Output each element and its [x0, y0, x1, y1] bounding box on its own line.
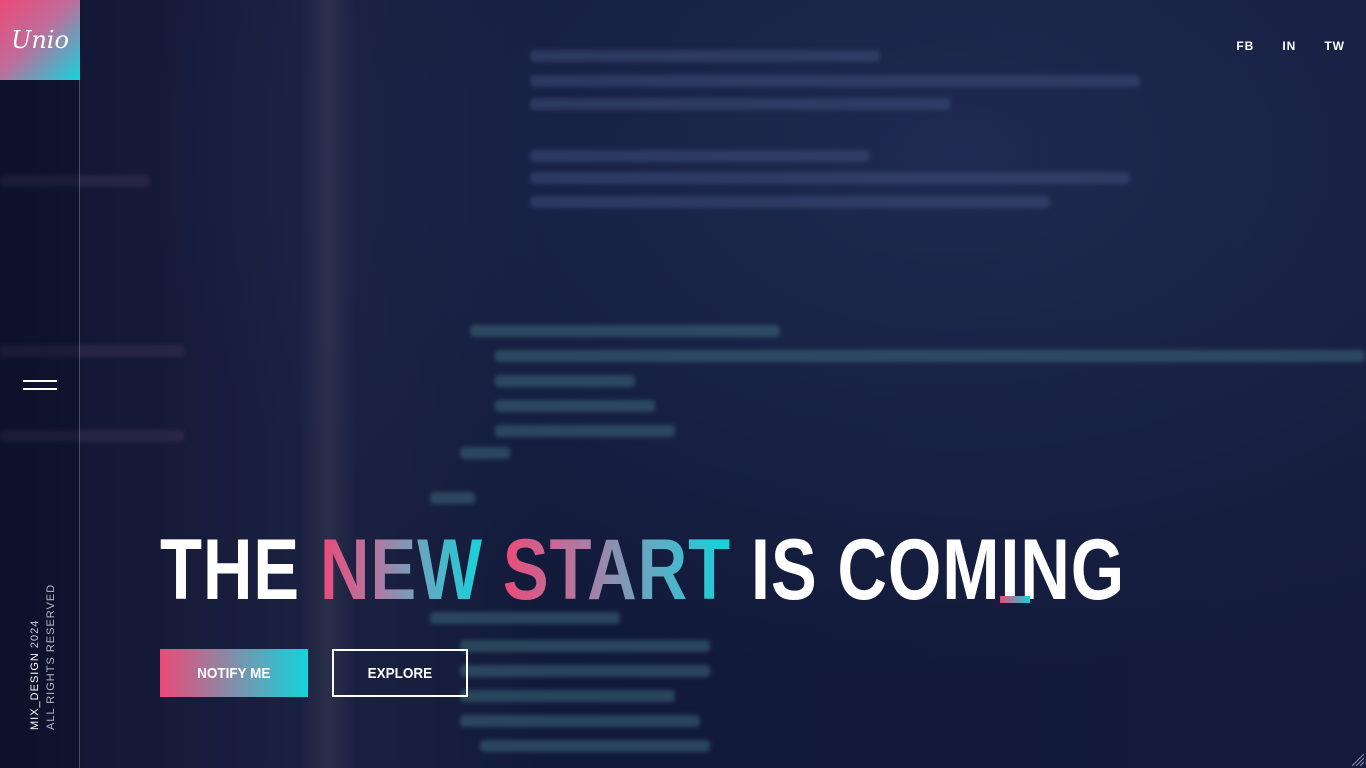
- copyright-year: 2024: [29, 619, 41, 649]
- headline-word-start: START: [502, 522, 731, 618]
- sidebar: Unio MIX_DESIGN 2024 ALL RIGHTS RESERVED: [0, 0, 80, 768]
- notify-me-button[interactable]: NOTIFY ME: [160, 649, 308, 697]
- headline-word-new: NEW: [319, 522, 483, 618]
- hamburger-icon: [23, 380, 57, 382]
- copyright: MIX_DESIGN 2024 ALL RIGHTS RESERVED: [27, 584, 59, 730]
- logo[interactable]: Unio: [0, 0, 80, 80]
- resize-grip-icon[interactable]: [1352, 754, 1364, 766]
- menu-toggle-button[interactable]: [23, 378, 57, 392]
- social-links: FB IN TW: [1236, 39, 1345, 53]
- social-link-in[interactable]: IN: [1282, 39, 1296, 53]
- copyright-brand: MIX_DESIGN: [29, 652, 41, 730]
- explore-label: EXPLORE: [367, 664, 433, 682]
- headline-word-is-coming: IS COMING: [750, 522, 1126, 618]
- typing-cursor: [1000, 596, 1030, 603]
- social-link-tw[interactable]: TW: [1324, 39, 1345, 53]
- explore-button[interactable]: EXPLORE: [332, 649, 468, 697]
- logo-text: Unio: [11, 26, 69, 54]
- notify-me-label: NOTIFY ME: [197, 664, 271, 682]
- hero-headline: THE NEW START IS COMING: [160, 520, 1125, 620]
- copyright-rights: ALL RIGHTS RESERVED: [45, 583, 57, 730]
- social-link-fb[interactable]: FB: [1236, 39, 1254, 53]
- headline-word-the: THE: [160, 522, 300, 618]
